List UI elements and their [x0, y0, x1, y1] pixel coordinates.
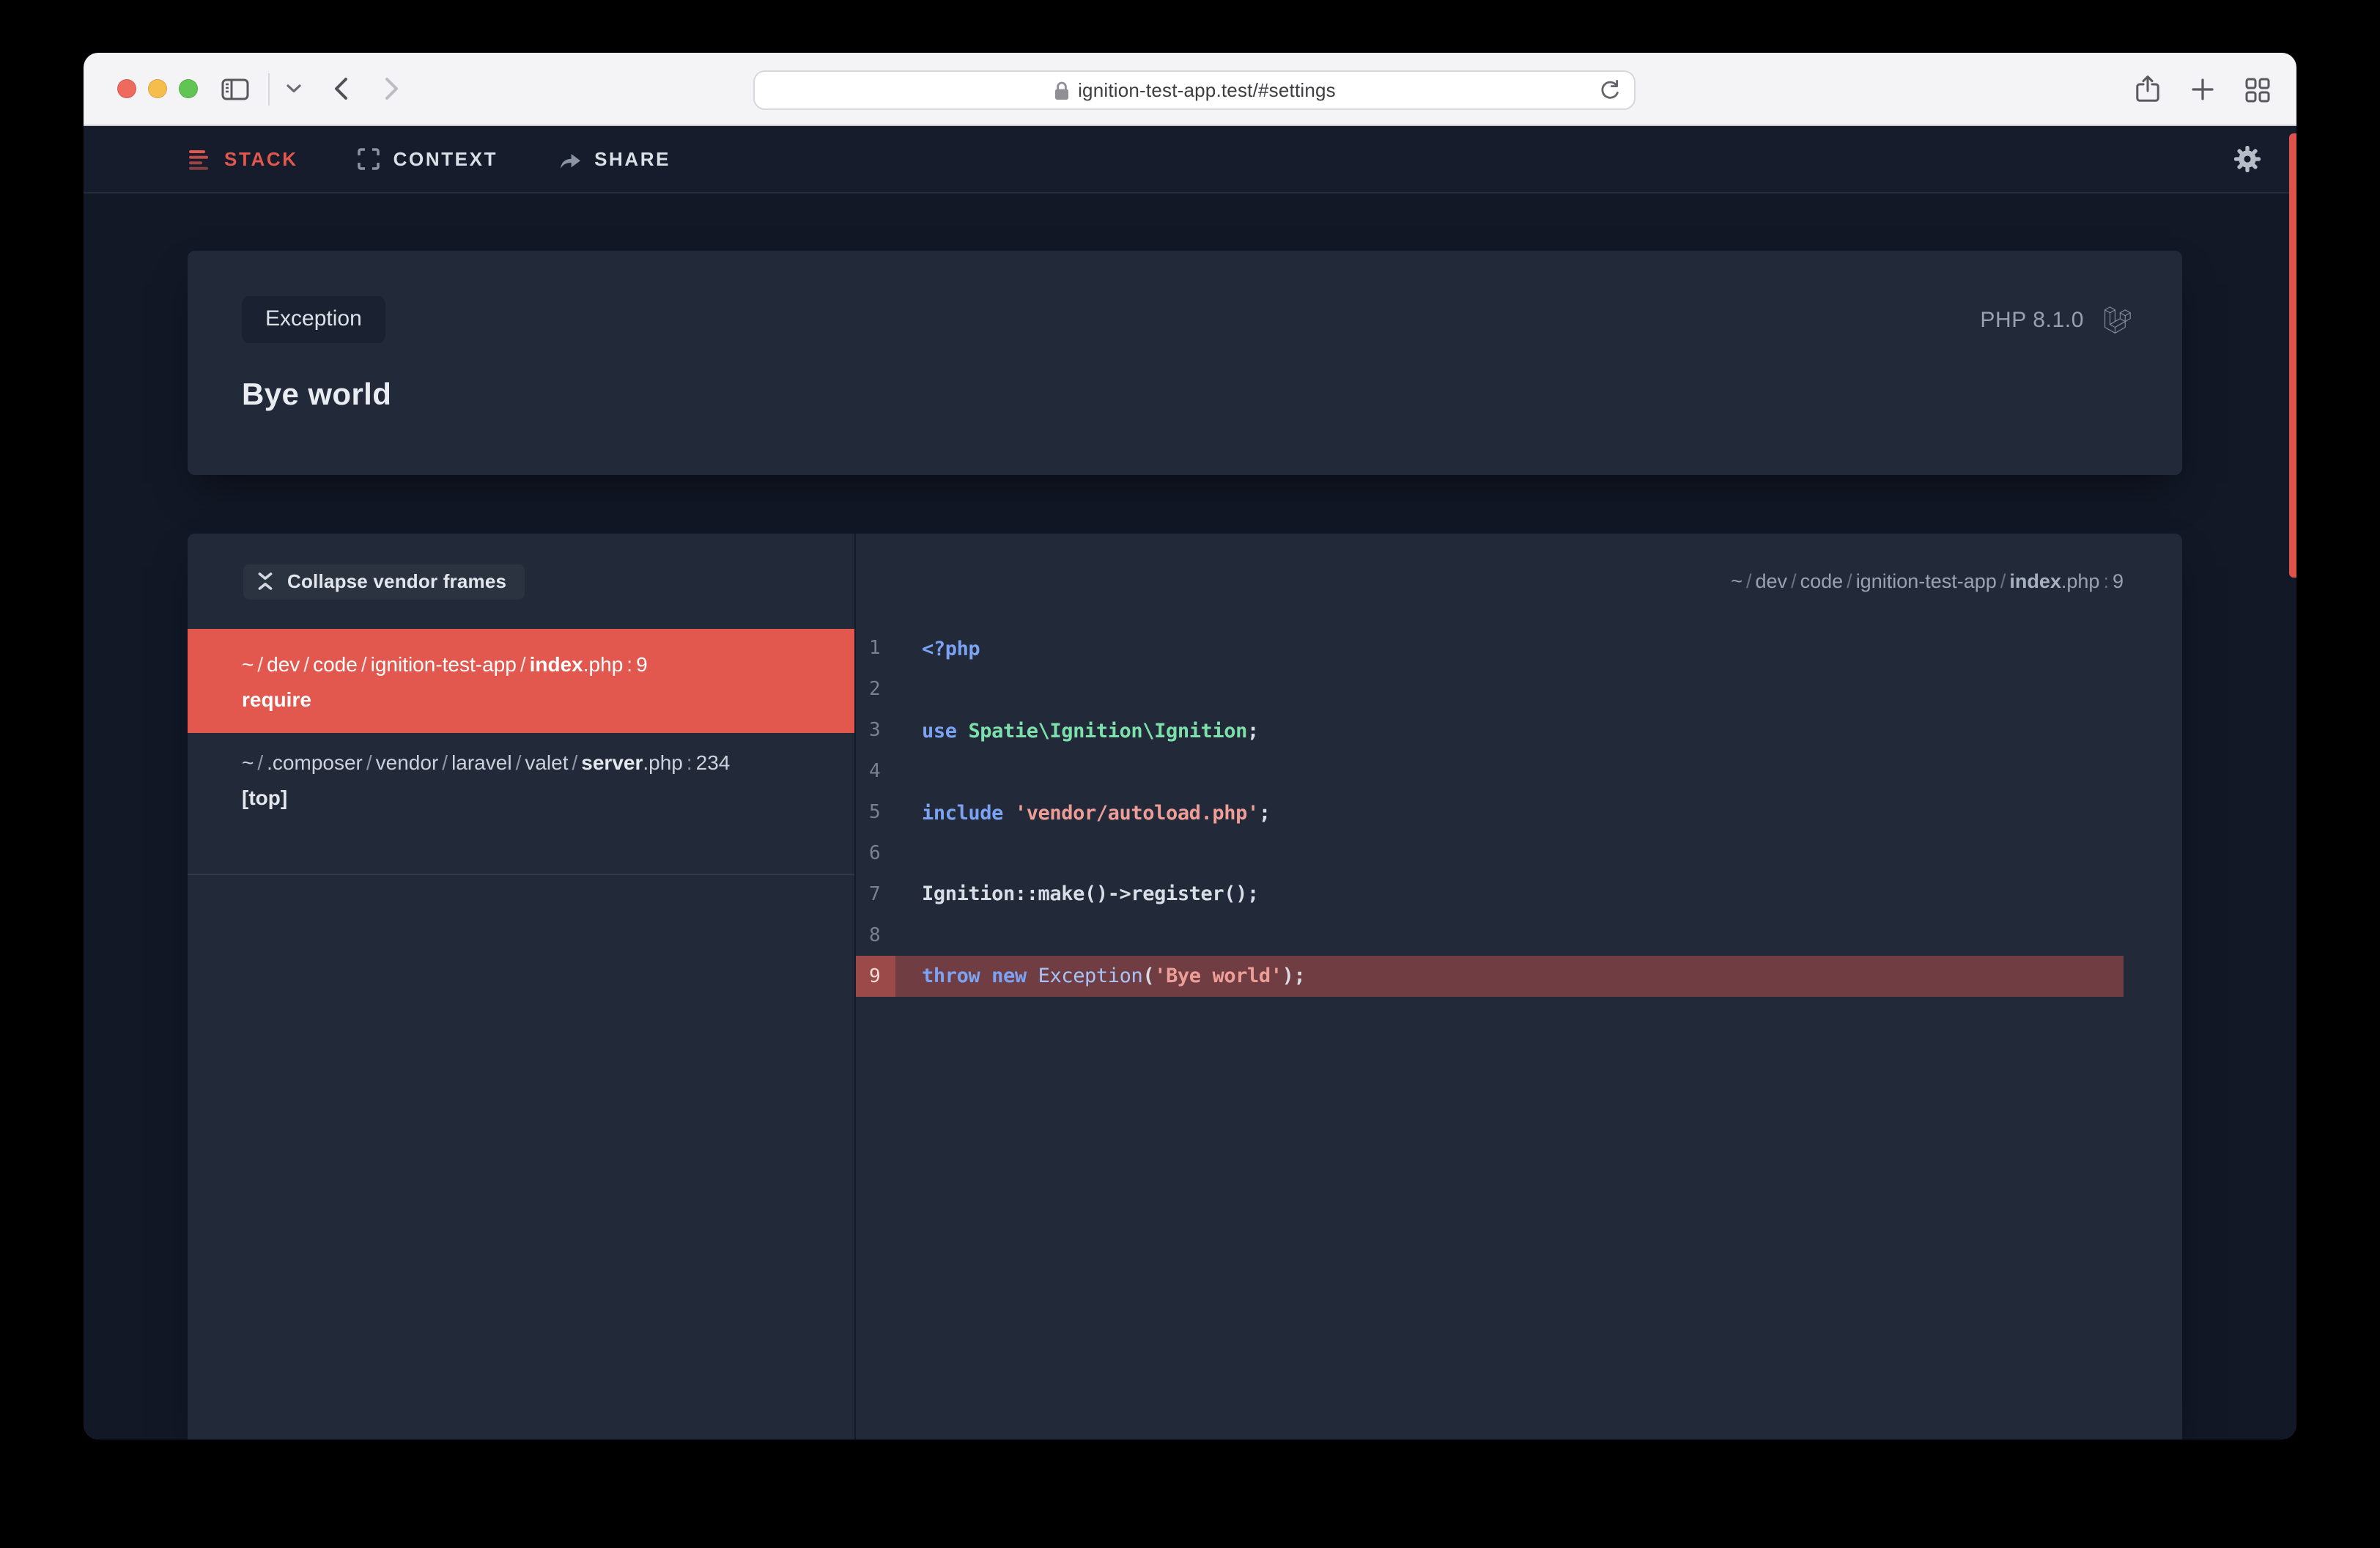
code-line: 3use Spatie\Ignition\Ignition;: [856, 711, 2124, 752]
new-tab-button[interactable]: [2191, 78, 2214, 101]
ignition-navbar: STACK CONTEXT SHARE: [84, 126, 2296, 194]
collapse-vendor-frames-label: Collapse vendor frames: [287, 570, 506, 592]
line-number: 3: [856, 711, 895, 752]
exception-card: Exception Bye world PHP 8.1.0: [188, 251, 2182, 475]
line-number: 8: [856, 915, 895, 956]
stack-icon: [189, 147, 211, 171]
reload-icon: [1599, 79, 1621, 103]
laravel-icon: [2104, 306, 2131, 334]
line-number: 4: [856, 751, 895, 792]
share-page-button[interactable]: [2135, 75, 2160, 104]
code-line: 4: [856, 751, 2124, 792]
code-line: 5include 'vendor/autoload.php';: [856, 792, 2124, 833]
line-number: 2: [856, 670, 895, 711]
code-line: 8: [856, 915, 2124, 956]
tab-share-label: SHARE: [594, 148, 670, 170]
line-number: 7: [856, 874, 895, 915]
red-scrollbar-thumb[interactable]: [2289, 133, 2296, 578]
code-text: <?php: [895, 629, 2124, 670]
browser-toolbar: ignition-test-app.test/#settings: [84, 53, 2296, 126]
tab-context[interactable]: CONTEXT: [358, 148, 498, 170]
screen: ignition-test-app.test/#settings: [0, 0, 2380, 1548]
plus-icon: [2191, 78, 2214, 101]
frame-file-path: ~/dev/code/ignition-test-app/index.php:9: [242, 649, 825, 679]
back-button[interactable]: [333, 76, 349, 101]
sidebar-icon: [221, 77, 249, 100]
code-text: [895, 670, 2124, 711]
exception-class-badge: Exception: [242, 296, 385, 343]
chevron-down-icon: [286, 84, 302, 94]
tab-context-label: CONTEXT: [393, 148, 498, 170]
stack-frames-list: ~/dev/code/ignition-test-app/index.php:9…: [188, 629, 854, 875]
frame-file-path: ~/.composer/vendor/laravel/valet/server.…: [242, 748, 825, 777]
back-arrow-icon: [333, 76, 349, 101]
collapse-icon: [256, 572, 274, 591]
code-line: 2: [856, 670, 2124, 711]
traffic-lights: [84, 79, 198, 98]
code-text: [895, 751, 2124, 792]
safari-window: ignition-test-app.test/#settings: [84, 53, 2296, 1440]
tab-overview-button[interactable]: [2245, 77, 2270, 102]
php-version-label: PHP 8.1.0: [1980, 308, 2084, 333]
open-file-path: ~/dev/code/ignition-test-app/index.php:9: [1731, 570, 2124, 592]
share-icon: [2135, 75, 2160, 104]
tab-share[interactable]: SHARE: [558, 148, 670, 170]
code-line-highlighted: 9throw new Exception('Bye world');: [856, 956, 2124, 997]
context-frame-icon: [358, 148, 380, 170]
code-viewer: 1<?php23use Spatie\Ignition\Ignition;45i…: [856, 629, 2182, 997]
gear-icon: [2233, 145, 2261, 173]
tab-stack[interactable]: STACK: [189, 147, 298, 171]
tab-grid-icon: [2245, 77, 2270, 102]
url-text: ignition-test-app.test/#settings: [1078, 79, 1336, 101]
settings-button[interactable]: [2233, 145, 2261, 173]
code-line: 1<?php: [856, 629, 2124, 670]
collapse-vendor-frames-button[interactable]: Collapse vendor frames: [243, 564, 524, 599]
lock-icon: [1053, 80, 1069, 100]
line-number: 6: [856, 833, 895, 874]
code-text: Ignition::make()->register();: [895, 874, 2124, 915]
code-line: 6: [856, 833, 2124, 874]
stack-frame[interactable]: ~/.composer/vendor/laravel/valet/server.…: [188, 733, 854, 875]
frame-method: require: [242, 685, 825, 714]
close-window-button[interactable]: [117, 79, 136, 98]
code-panel: ~/dev/code/ignition-test-app/index.php:9…: [856, 534, 2182, 1440]
zoom-window-button[interactable]: [179, 79, 198, 98]
stack-frames-panel: Collapse vendor frames ~/dev/code/igniti…: [188, 534, 854, 1440]
sidebar-dropdown-button[interactable]: [286, 84, 302, 94]
code-text: use Spatie\Ignition\Ignition;: [895, 711, 2124, 752]
php-version-chip: PHP 8.1.0: [1980, 306, 2131, 334]
minimize-window-button[interactable]: [148, 79, 167, 98]
frame-method: [top]: [242, 783, 825, 812]
page-content: Exception Bye world PHP 8.1.0: [84, 194, 2296, 1440]
stack-frames-header: Collapse vendor frames: [188, 534, 854, 629]
code-text: include 'vendor/autoload.php';: [895, 792, 2124, 833]
line-number: 1: [856, 629, 895, 670]
address-bar[interactable]: ignition-test-app.test/#settings: [753, 70, 1636, 110]
share-arrow-icon: [558, 149, 581, 169]
code-text: [895, 915, 2124, 956]
code-line: 7Ignition::make()->register();: [856, 874, 2124, 915]
line-number: 5: [856, 792, 895, 833]
forward-arrow-icon: [384, 76, 400, 101]
forward-button[interactable]: [384, 76, 400, 101]
line-number: 9: [856, 956, 895, 997]
stack-frame[interactable]: ~/dev/code/ignition-test-app/index.php:9…: [188, 629, 854, 733]
tab-stack-label: STACK: [224, 148, 298, 170]
reload-button[interactable]: [1599, 79, 1621, 110]
sidebar-toggle-button[interactable]: [221, 77, 249, 100]
stack-trace-card: Collapse vendor frames ~/dev/code/igniti…: [188, 534, 2182, 1440]
code-panel-header: ~/dev/code/ignition-test-app/index.php:9: [856, 534, 2182, 629]
toolbar-divider: [268, 73, 270, 105]
code-text: throw new Exception('Bye world');: [895, 956, 2124, 997]
exception-message: Bye world: [242, 378, 2131, 413]
code-text: [895, 833, 2124, 874]
